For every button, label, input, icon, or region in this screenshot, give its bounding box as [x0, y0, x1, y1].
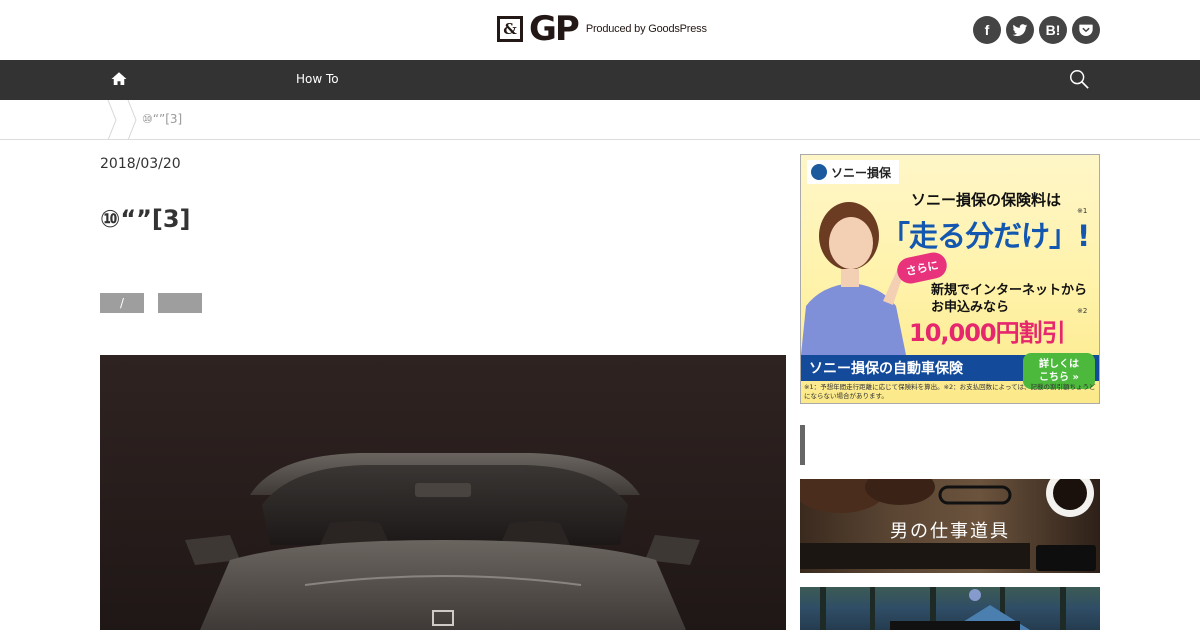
sidebar-section-marker [800, 425, 805, 465]
work-tools-title: 男の仕事道具 [890, 521, 1010, 542]
category-tag[interactable] [158, 293, 202, 313]
sidebar-banner-work-tools[interactable]: 男の仕事道具 [800, 479, 1100, 573]
main-navbar: How To [0, 60, 1200, 100]
ad-headline: ソニー損保の保険料は [911, 191, 1062, 209]
breadcrumb-current: ⑩“”[3] [142, 112, 183, 126]
site-logo[interactable]: & GP Produced by GoodsPress [497, 12, 707, 46]
article-date: 2018/03/20 [100, 156, 181, 172]
breadcrumb-separator-icon [126, 99, 140, 141]
article-hero-image [100, 355, 786, 630]
category-tag[interactable]: / [100, 293, 144, 313]
nav-item-how-to[interactable]: How To [296, 72, 339, 86]
logo-tagline: Produced by GoodsPress [585, 23, 707, 35]
facebook-icon[interactable]: f [973, 16, 1001, 44]
sony-logo-icon [811, 164, 827, 180]
breadcrumb-separator-icon [106, 99, 120, 141]
pocket-icon[interactable] [1072, 16, 1100, 44]
ad-discount-price: 10,000円割引 [909, 319, 1066, 347]
ad-footnote-marker: ※2 [1077, 307, 1088, 315]
ad-fine-print: ※1：予想年間走行距離に応じて保険料を算出。※2：お支払回数によっては、記載の割… [804, 383, 1096, 400]
outdoor-photo [820, 587, 1066, 630]
logo-gp-text: GP [529, 9, 580, 49]
hatena-bookmark-icon[interactable]: B! [1039, 16, 1067, 44]
home-icon[interactable] [110, 70, 130, 90]
ad-brand-label: ソニー損保 [807, 160, 900, 184]
ad-main-copy: 「走る分だけ」! [881, 219, 1090, 253]
logo-amp-mark: & [497, 16, 523, 42]
twitter-icon[interactable] [1006, 16, 1034, 44]
breadcrumb: ⑩“”[3] [0, 99, 1200, 141]
ad-footnote-marker: ※1 [1077, 207, 1088, 215]
search-icon[interactable] [1068, 68, 1092, 92]
article-title: ⑩“”[3] [100, 205, 191, 233]
social-share-bar: f B! [973, 16, 1100, 44]
sony-insurance-ad-banner[interactable]: ソニー損保 ソニー損保の保険料は 「走る分だけ」! ※1 さらに 新規でインター… [800, 154, 1100, 404]
site-header: & GP Produced by GoodsPress f B! [0, 0, 1200, 60]
sidebar-banner-outdoor[interactable] [800, 587, 1100, 630]
